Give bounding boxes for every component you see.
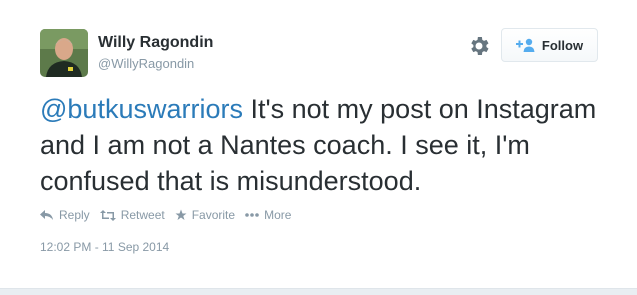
tweet-actions: Reply Retweet Favorite More (40, 208, 301, 222)
reply-button[interactable]: Reply (40, 208, 90, 222)
more-label: More (264, 208, 292, 222)
retweet-icon (99, 209, 116, 221)
display-name[interactable]: Willy Ragondin (98, 34, 213, 52)
follow-button-label: Follow (541, 37, 584, 53)
tweet-text: @butkuswarriors It's not my post on Inst… (40, 91, 620, 199)
favorite-label: Favorite (191, 208, 236, 222)
reply-icon (40, 209, 53, 220)
favorite-button[interactable]: Favorite (175, 208, 235, 222)
retweet-label: Retweet (120, 208, 165, 222)
bottom-divider (0, 288, 637, 295)
avatar[interactable] (40, 29, 88, 77)
retweet-button[interactable]: Retweet (99, 208, 165, 222)
more-dots-icon (245, 213, 259, 217)
follow-user-icon (515, 38, 535, 52)
mention-link[interactable]: @butkuswarriors (40, 94, 243, 124)
reply-label: Reply (59, 208, 90, 222)
tweet-timestamp[interactable]: 12:02 PM - 11 Sep 2014 (40, 240, 169, 254)
follow-button[interactable]: Follow (501, 28, 598, 62)
more-button[interactable]: More (245, 208, 291, 222)
gear-icon[interactable] (467, 34, 491, 58)
star-icon (175, 209, 187, 220)
screen-name[interactable]: @WillyRagondin (98, 56, 194, 71)
